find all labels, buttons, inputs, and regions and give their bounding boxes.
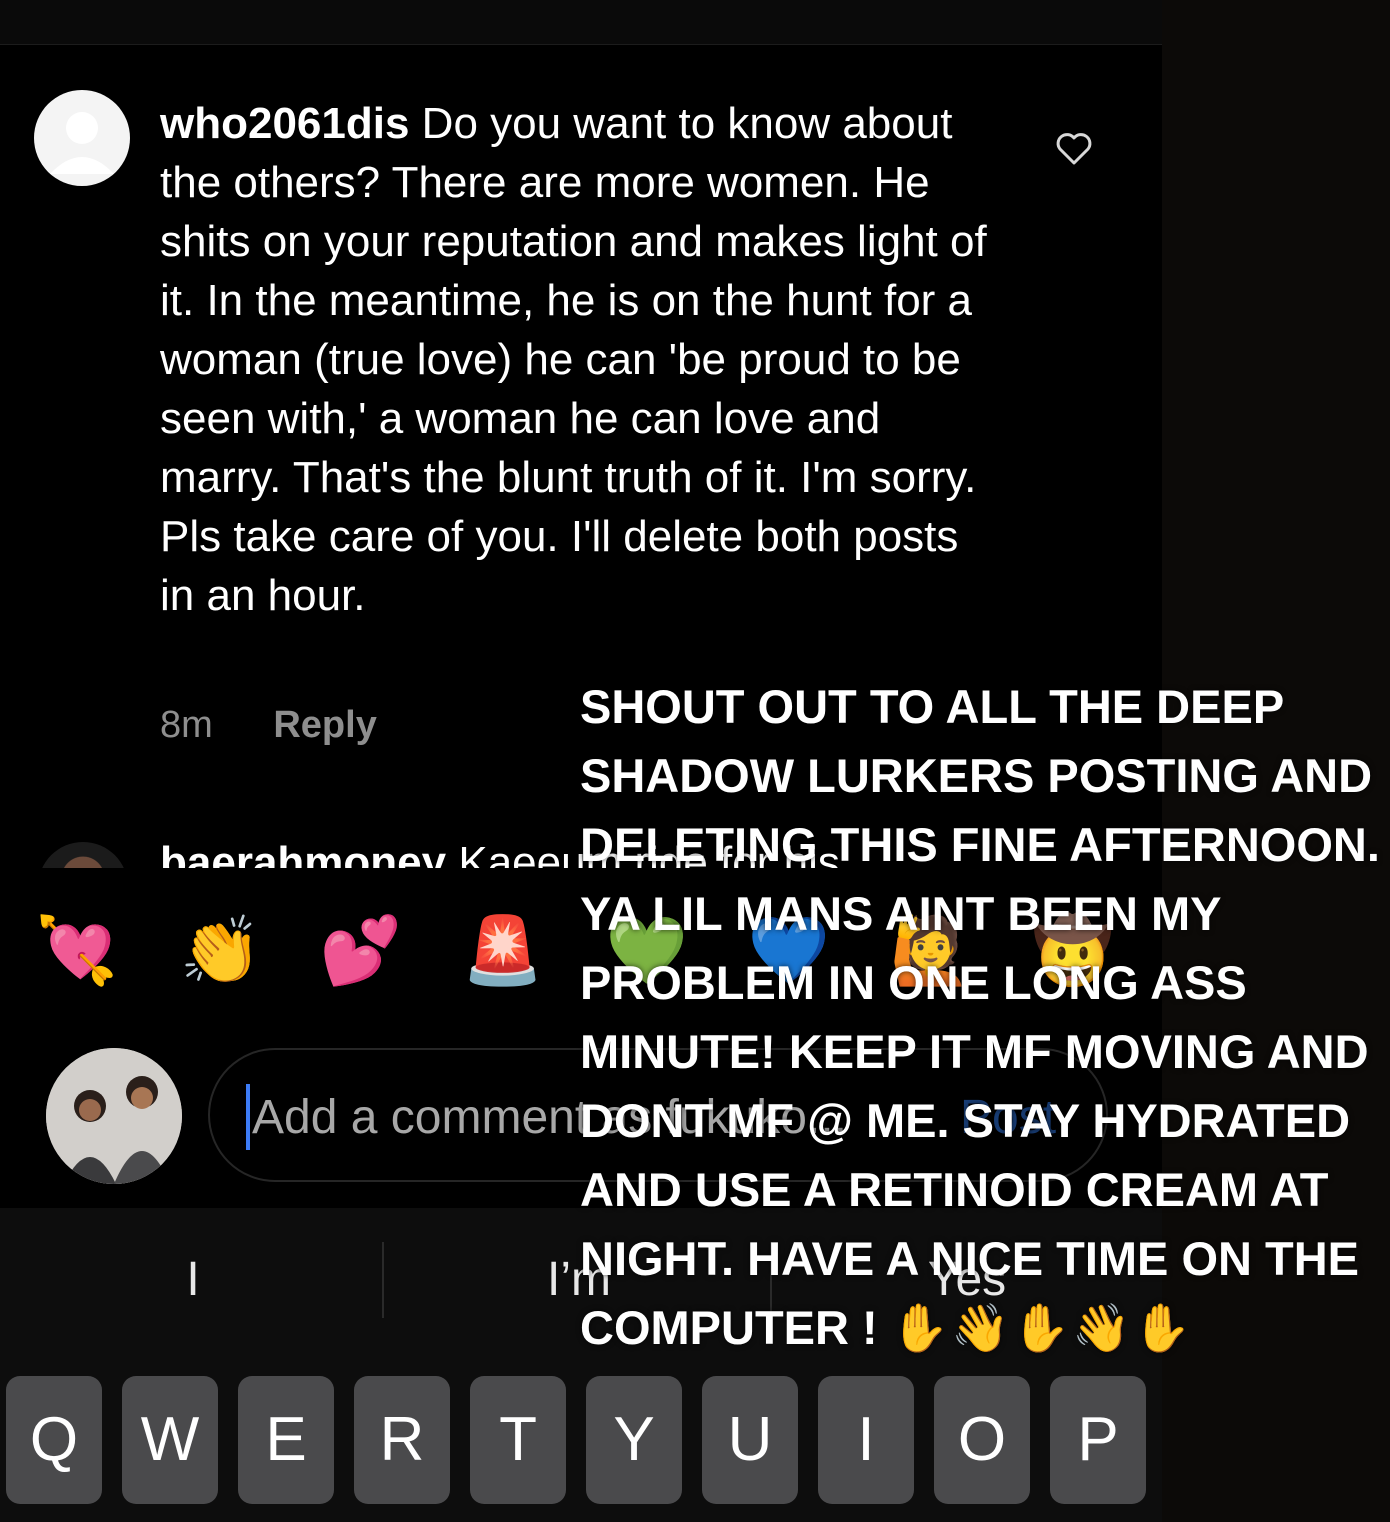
profile-photo <box>46 1048 182 1184</box>
suggestion-divider <box>382 1242 384 1318</box>
key-p[interactable]: P <box>1050 1376 1146 1504</box>
comment-body: who2061dis Do you want to know about the… <box>160 94 990 625</box>
overlay-text: SHOUT OUT TO ALL THE DEEP SHADOW LURKERS… <box>580 680 1380 1354</box>
key-e[interactable]: E <box>238 1376 334 1504</box>
like-heart-icon[interactable] <box>1054 128 1094 168</box>
reply-button[interactable]: Reply <box>273 704 376 746</box>
hand-wave-emojis: ✋👋✋👋✋ <box>890 1301 1194 1356</box>
emoji-siren[interactable]: 🚨 <box>460 908 546 994</box>
key-q[interactable]: Q <box>6 1376 102 1504</box>
key-o[interactable]: O <box>934 1376 1030 1504</box>
emoji-clapping-hands[interactable]: 👏 <box>178 908 264 994</box>
top-bar <box>0 0 1162 45</box>
key-r[interactable]: R <box>354 1376 450 1504</box>
key-t[interactable]: T <box>470 1376 566 1504</box>
my-avatar <box>46 1048 182 1184</box>
comment-time: 8m <box>160 704 213 746</box>
comment-text: Do you want to know about the others? Th… <box>160 99 987 620</box>
key-i[interactable]: I <box>818 1376 914 1504</box>
emoji-two-hearts[interactable]: 💕 <box>318 908 404 994</box>
text-caret <box>246 1084 250 1150</box>
emoji-heart-arrow[interactable]: 💘 <box>34 908 120 994</box>
story-text-overlay: SHOUT OUT TO ALL THE DEEP SHADOW LURKERS… <box>580 672 1380 1363</box>
key-y[interactable]: Y <box>586 1376 682 1504</box>
person-icon <box>50 112 114 174</box>
key-w[interactable]: W <box>122 1376 218 1504</box>
comment-meta: 8m Reply <box>160 704 377 747</box>
key-u[interactable]: U <box>702 1376 798 1504</box>
default-avatar[interactable] <box>34 90 130 186</box>
keyboard-row-top: Q W E R T Y U I O P <box>0 1364 1162 1522</box>
comment-username[interactable]: who2061dis <box>160 99 409 148</box>
suggestion-1[interactable]: I <box>0 1252 386 1307</box>
